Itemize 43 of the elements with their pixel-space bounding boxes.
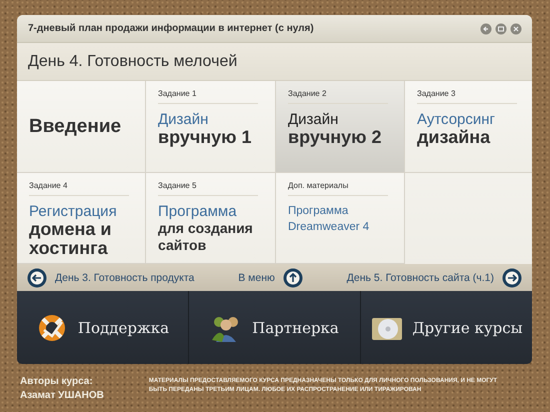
- tile-title: Дизайн: [158, 112, 208, 128]
- tile-title: сайтов: [158, 236, 206, 254]
- bottom-link[interactable]: Партнерка: [252, 318, 339, 336]
- tile-title: хостинга: [29, 238, 108, 258]
- window-title: 7-дневый план продажи информации в интернет (с нуля): [28, 23, 314, 34]
- tile-label: Задание 2: [288, 89, 388, 104]
- tile-label: Задание 3: [417, 89, 517, 104]
- nav-link[interactable]: День 5. Готовность сайта (ч.1): [346, 272, 494, 284]
- tile-title: для создания: [158, 220, 253, 237]
- tile-title: Регистрация: [29, 204, 117, 220]
- authors-label: Авторы курса:: [20, 376, 94, 387]
- tile-title: дизайна: [417, 128, 490, 147]
- day-heading: День 4. Готовность мелочей: [28, 52, 238, 70]
- tile-label: Задание 5: [158, 181, 258, 196]
- lesson-tile[interactable]: Введение: [17, 81, 146, 173]
- bottom-link[interactable]: Поддержка: [78, 318, 170, 336]
- menu-link[interactable]: В меню: [238, 272, 275, 284]
- arrow-up-icon[interactable]: [282, 268, 303, 288]
- tile-title: Программа: [158, 204, 237, 220]
- lesson-tile[interactable]: Доп. материалы Программа Dreamweaver 4: [276, 173, 405, 264]
- tile-title: Dreamweaver 4: [288, 220, 370, 235]
- tile-label: Задание 4: [29, 181, 129, 196]
- tile-title: вручную 2: [288, 128, 382, 147]
- tile-label: Задание 1: [158, 89, 258, 104]
- tile-label: Доп. материалы: [288, 181, 388, 196]
- tile-title: домена и: [29, 220, 112, 239]
- lesson-tile[interactable]: Задание 1 Дизайн вручную 1: [146, 81, 276, 173]
- tile-title: вручную 1: [158, 128, 252, 147]
- bottom-link[interactable]: Другие курсы: [412, 318, 523, 336]
- author-name: Азамат УШАНОВ: [20, 390, 104, 401]
- lesson-tile[interactable]: Задание 4 Регистрация домена и хостинга: [17, 173, 146, 264]
- arrow-right-icon[interactable]: [502, 268, 522, 288]
- back-icon[interactable]: [480, 22, 492, 34]
- lesson-tile[interactable]: Задание 2 Дизайн вручную 2: [276, 81, 405, 173]
- arrow-left-icon[interactable]: [27, 268, 47, 288]
- window-icon[interactable]: [495, 22, 507, 34]
- nav-link[interactable]: День 3. Готовность продукта: [55, 272, 194, 284]
- tile-title: Аутсорсинг: [417, 112, 496, 128]
- tile-title: Введение: [29, 116, 122, 136]
- tile-title: Дизайн: [288, 112, 338, 128]
- tile-title: Программа: [288, 204, 348, 219]
- close-icon[interactable]: [510, 22, 522, 34]
- lesson-tile[interactable]: Задание 5 Программа для создания сайтов: [146, 173, 276, 264]
